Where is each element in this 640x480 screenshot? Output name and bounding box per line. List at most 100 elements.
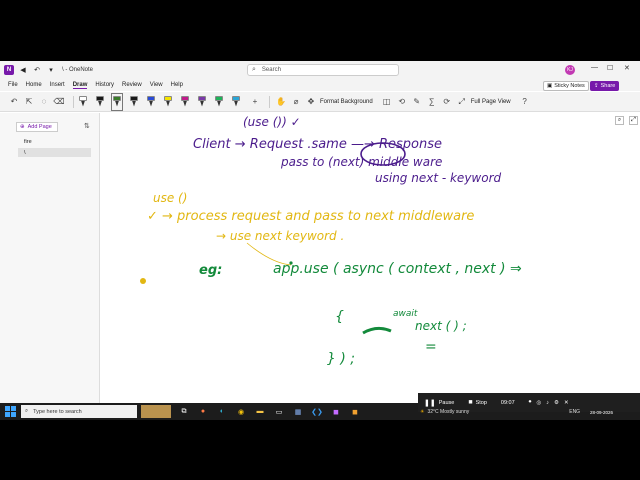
sticky-notes-icon: ▣ xyxy=(547,83,553,89)
tab-review[interactable]: Review xyxy=(122,82,142,88)
pen-body xyxy=(200,100,204,107)
onenote-taskbar-icon[interactable]: ◼ xyxy=(330,406,342,418)
search-input[interactable]: ⌕ Search xyxy=(247,64,399,76)
eraser-icon[interactable]: ⌫ xyxy=(53,95,65,109)
pen-color-swatch xyxy=(113,95,121,101)
tab-insert[interactable]: Insert xyxy=(50,82,65,88)
add-page-button[interactable]: ⊕ Add Page xyxy=(16,122,58,132)
sort-pages-icon[interactable]: ⇅ xyxy=(84,122,90,130)
eraser-tool-icon[interactable]: ⌀ xyxy=(290,95,302,109)
audio-icon[interactable]: ♪ xyxy=(546,400,549,406)
recording-timer: 09:07 xyxy=(500,399,515,406)
search-highlight-image[interactable] xyxy=(141,405,171,418)
quick-access-icon[interactable]: ▾ xyxy=(46,65,56,75)
format-background-button[interactable]: Format Background xyxy=(320,99,373,105)
pen-5-icon[interactable] xyxy=(147,95,155,109)
weather-icon: ☀ xyxy=(420,409,425,415)
pen-body xyxy=(217,100,221,107)
pen-body xyxy=(115,100,119,107)
pen-6-icon[interactable] xyxy=(164,95,172,109)
move-icon[interactable]: ✥ xyxy=(305,95,317,109)
screen-recorder-icon[interactable]: ◼ xyxy=(349,406,361,418)
minimize-icon[interactable]: — xyxy=(591,64,598,71)
task-view-icon[interactable]: ⧉ xyxy=(178,406,190,418)
pen-color-swatch xyxy=(215,95,223,101)
language-indicator[interactable]: ENG xyxy=(569,409,580,415)
pause-label: Pause xyxy=(438,399,455,406)
windows-start-icon[interactable] xyxy=(3,405,17,419)
tab-history[interactable]: History xyxy=(95,82,114,88)
mic-icon[interactable]: ⏺ xyxy=(529,399,532,406)
recorder-close-icon[interactable]: ✕ xyxy=(564,400,569,406)
pen-7-icon[interactable] xyxy=(181,95,189,109)
stop-button[interactable]: ■ Stop xyxy=(468,399,487,406)
avatar[interactable]: KJ xyxy=(565,65,575,75)
taskbar-search-input[interactable]: ⌕ Type here to search xyxy=(21,405,137,418)
stop-label: Stop xyxy=(475,399,487,406)
window-title: \ - OneNote xyxy=(62,67,94,73)
lasso-icon[interactable]: ◌ xyxy=(38,95,50,109)
draw-toolbar: ↶ ⇱ ◌ ⌫ + ✋ ⌀ ✥ Format Background ◫ ⟲ ✎ … xyxy=(0,92,640,112)
select-pointer-icon[interactable]: ⇱ xyxy=(23,95,35,109)
taskbar-date[interactable]: 28-09-2026 xyxy=(590,410,613,416)
edge-icon[interactable]: ◐ xyxy=(216,406,228,418)
touch-draw-icon[interactable]: ✋ xyxy=(275,95,287,109)
shapes-icon[interactable]: ◫ xyxy=(381,95,393,109)
pen-8-icon[interactable] xyxy=(198,95,206,109)
share-button[interactable]: ⇪ Share xyxy=(590,81,620,91)
tab-draw[interactable]: Draw xyxy=(72,82,88,89)
terminal-icon[interactable]: ▭ xyxy=(273,406,285,418)
copilot-icon[interactable]: ● xyxy=(197,406,209,418)
pen-color-swatch xyxy=(232,95,240,101)
page-item-current[interactable]: \ xyxy=(18,148,91,157)
ink-to-shape-icon[interactable]: ⟲ xyxy=(396,95,408,109)
pen-body xyxy=(149,100,153,107)
system-tray: ☀ 32°C Mostly sunny ENG xyxy=(420,409,580,415)
full-page-view-button[interactable]: Full Page View xyxy=(471,99,511,105)
ink-dot-gold xyxy=(140,278,146,284)
chrome-icon[interactable]: ◉ xyxy=(235,406,247,418)
pause-button[interactable]: ❚❚ Pause xyxy=(424,399,454,407)
back-icon[interactable]: ◀ xyxy=(18,65,28,75)
pen-1-icon[interactable] xyxy=(79,95,87,109)
pen-body xyxy=(98,100,102,107)
tab-file[interactable]: File xyxy=(8,82,18,88)
pen-3-icon[interactable] xyxy=(111,92,123,111)
help-icon[interactable]: ? xyxy=(519,95,531,109)
ink-circle-next xyxy=(360,142,406,166)
math-icon[interactable]: ∑ xyxy=(426,95,438,109)
pen-10-icon[interactable] xyxy=(232,95,240,109)
note-canvas[interactable]: ⌕ ⤢ (use ()) ✓ Client → Request .same —→… xyxy=(101,113,640,393)
maximize-icon[interactable]: ☐ xyxy=(607,64,613,72)
settings-icon[interactable]: ⚙ xyxy=(554,400,559,406)
page-item-fire[interactable]: fire xyxy=(18,137,91,146)
pen-color-swatch xyxy=(198,95,206,101)
pen-4-icon[interactable] xyxy=(130,95,138,109)
camera-icon[interactable]: ◎ xyxy=(536,400,541,406)
ink-dot-green xyxy=(289,261,293,265)
ink-strokes xyxy=(140,142,406,335)
tab-view[interactable]: View xyxy=(150,82,163,88)
undo-icon[interactable]: ↶ xyxy=(32,65,42,75)
close-icon[interactable]: ✕ xyxy=(624,64,630,72)
pen-9-icon[interactable] xyxy=(215,95,223,109)
store-icon[interactable]: ▦ xyxy=(292,406,304,418)
sticky-notes-button[interactable]: ▣ Sticky Notes xyxy=(543,81,589,91)
search-icon: ⌕ xyxy=(252,66,256,73)
add-pen-icon[interactable]: + xyxy=(249,95,261,109)
add-page-icon: ⊕ xyxy=(20,124,25,130)
full-page-view-icon[interactable]: ⤢ xyxy=(456,95,468,109)
pen-2-icon[interactable] xyxy=(96,95,104,109)
tab-help[interactable]: Help xyxy=(171,82,183,88)
ink-to-text-icon[interactable]: ✎ xyxy=(411,95,423,109)
replay-icon[interactable]: ⟳ xyxy=(441,95,453,109)
file-explorer-icon[interactable]: ▬ xyxy=(254,406,266,418)
sticky-notes-label: Sticky Notes xyxy=(554,83,585,89)
vscode-icon[interactable]: ❮❯ xyxy=(311,406,323,418)
search-placeholder: Search xyxy=(261,67,281,73)
pen-gallery xyxy=(79,92,249,111)
lasso-undo-icon[interactable]: ↶ xyxy=(8,95,20,109)
stop-icon: ■ xyxy=(468,399,473,406)
weather-text[interactable]: 32°C Mostly sunny xyxy=(427,409,469,415)
tab-home[interactable]: Home xyxy=(26,82,42,88)
